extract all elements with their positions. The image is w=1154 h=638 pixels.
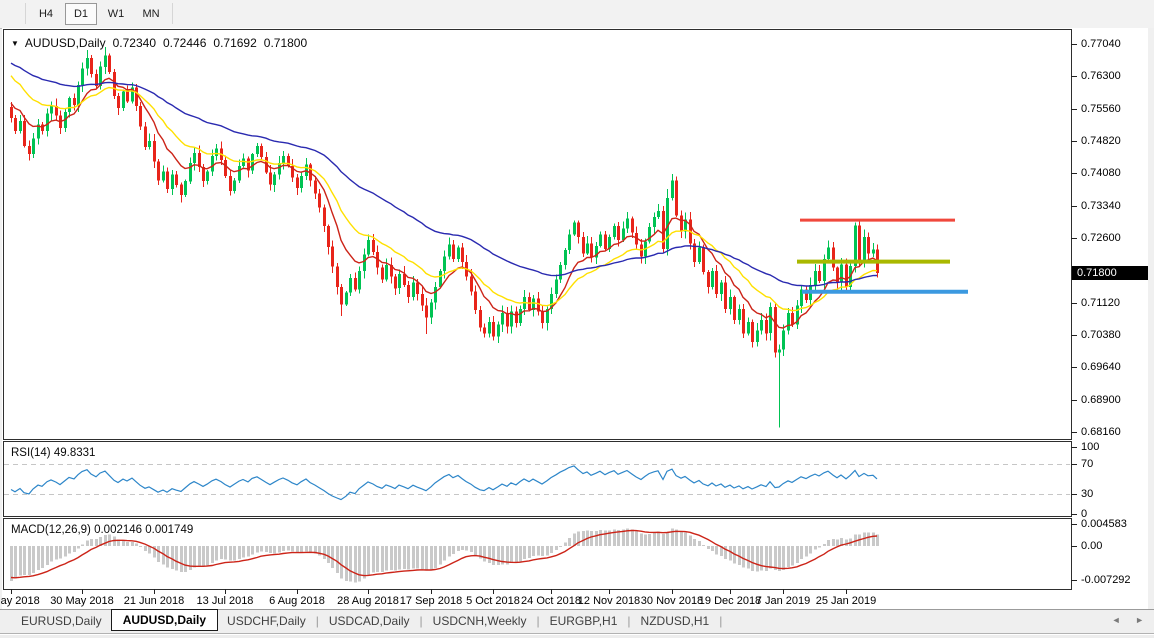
- price-axis-label: 0.74820: [1081, 135, 1121, 147]
- rsi-indicator-label: RSI(14) 49.8331: [11, 447, 95, 459]
- chart-tab-eurusd[interactable]: EURUSD,Daily: [12, 610, 111, 633]
- macd-axis-label: -0.007292: [1081, 574, 1131, 586]
- macd-indicator-label: MACD(12,26,9) 0.002146 0.001749: [11, 524, 193, 536]
- timeframe-button-w1[interactable]: W1: [100, 3, 132, 25]
- chart-tab-bar: EURUSD,DailyAUDUSD,DailyUSDCHF,Daily | USD…: [0, 609, 1154, 634]
- date-axis-label: 21 Jun 2018: [118, 595, 190, 607]
- price-axis-label: 0.73340: [1081, 200, 1121, 212]
- date-axis-label: 8 May 2018: [0, 595, 47, 607]
- window-right-edge: [1148, 28, 1154, 609]
- status-bar-edge: [0, 633, 1154, 638]
- chart-tab-nzdusd[interactable]: NZDUSD,H1: [632, 610, 719, 633]
- price-axis-label: 0.72600: [1081, 232, 1121, 244]
- mt4-terminal-window: H4D1W1MN ▼ AUDUSD,Daily 0.72340 0.72446 0.71…: [0, 0, 1154, 638]
- tab-separator: |: [718, 610, 723, 633]
- date-axis-label: 13 Jul 2018: [189, 595, 261, 607]
- price-axis-label: 0.77040: [1081, 38, 1121, 50]
- price-axis-label: 0.70380: [1081, 329, 1121, 341]
- ohlc-open: 0.72340: [113, 36, 156, 50]
- ohlc-close: 0.71800: [264, 36, 307, 50]
- ohlc-low: 0.71692: [213, 36, 256, 50]
- price-axis-label: 0.69640: [1081, 361, 1121, 373]
- price-axis-label: 0.68160: [1081, 426, 1121, 438]
- tabs-scroll-left-icon[interactable]: ◄: [1112, 615, 1121, 625]
- chart-tab-usdchf[interactable]: USDCHF,Daily: [218, 610, 315, 633]
- date-axis-label: 7 Jan 2019: [747, 595, 819, 607]
- timeframe-button-h4[interactable]: H4: [30, 3, 62, 25]
- rsi-name: RSI(14): [11, 447, 51, 459]
- macd-axis-label: 0.004583: [1081, 518, 1127, 530]
- symbol-dropdown-icon[interactable]: ▼: [11, 39, 19, 48]
- price-axis-label: 0.71120: [1081, 297, 1120, 309]
- chart-tab-audusd[interactable]: AUDUSD,Daily: [111, 609, 218, 631]
- tab-scroll-controls: ◄ ►: [1100, 615, 1144, 625]
- candlestick-chart-canvas[interactable]: [2, 28, 1148, 609]
- timeframe-button-mn[interactable]: MN: [135, 3, 167, 25]
- chart-tab-usdcad[interactable]: USDCAD,Daily: [320, 610, 419, 633]
- macd-value: 0.002146: [94, 524, 142, 536]
- chart-tab-eurgbp[interactable]: EURGBP,H1: [541, 610, 627, 633]
- macd-axis-label: 0.00: [1081, 540, 1102, 552]
- timeframe-toolbar: H4D1W1MN: [0, 0, 1154, 29]
- chart-title: ▼ AUDUSD,Daily 0.72340 0.72446 0.71692 0.7180…: [11, 36, 307, 50]
- ohlc-high: 0.72446: [163, 36, 206, 50]
- chart-tab-usdcnh[interactable]: USDCNH,Weekly: [424, 610, 536, 633]
- macd-signal-value: 0.001749: [145, 524, 193, 536]
- rsi-value: 49.8331: [54, 447, 96, 459]
- rsi-axis-label: 30: [1081, 488, 1093, 500]
- date-axis-label: 12 Nov 2018: [573, 595, 645, 607]
- price-axis-label: 0.75560: [1081, 103, 1121, 115]
- toolbar-separator: [172, 3, 173, 24]
- timeframe-button-d1[interactable]: D1: [65, 3, 97, 25]
- macd-name: MACD(12,26,9): [11, 524, 91, 536]
- rsi-axis-label: 100: [1081, 441, 1099, 453]
- toolbar-separator: [25, 3, 26, 24]
- date-axis-label: 28 Aug 2018: [332, 595, 404, 607]
- chart-client-area: ▼ AUDUSD,Daily 0.72340 0.72446 0.71692 0.7180…: [2, 28, 1148, 609]
- date-axis-label: 6 Aug 2018: [261, 595, 333, 607]
- chart-symbol-label: AUDUSD,Daily: [25, 36, 106, 50]
- date-axis-label: 25 Jan 2019: [810, 595, 882, 607]
- price-axis-label: 0.76300: [1081, 70, 1121, 82]
- price-axis-label: 0.68900: [1081, 394, 1121, 406]
- date-axis-label: 30 May 2018: [46, 595, 118, 607]
- current-price-box: 0.71800: [1072, 266, 1151, 280]
- rsi-axis-label: 70: [1081, 458, 1093, 470]
- tabs-scroll-right-icon[interactable]: ►: [1135, 615, 1144, 625]
- price-axis-label: 0.74080: [1081, 167, 1121, 179]
